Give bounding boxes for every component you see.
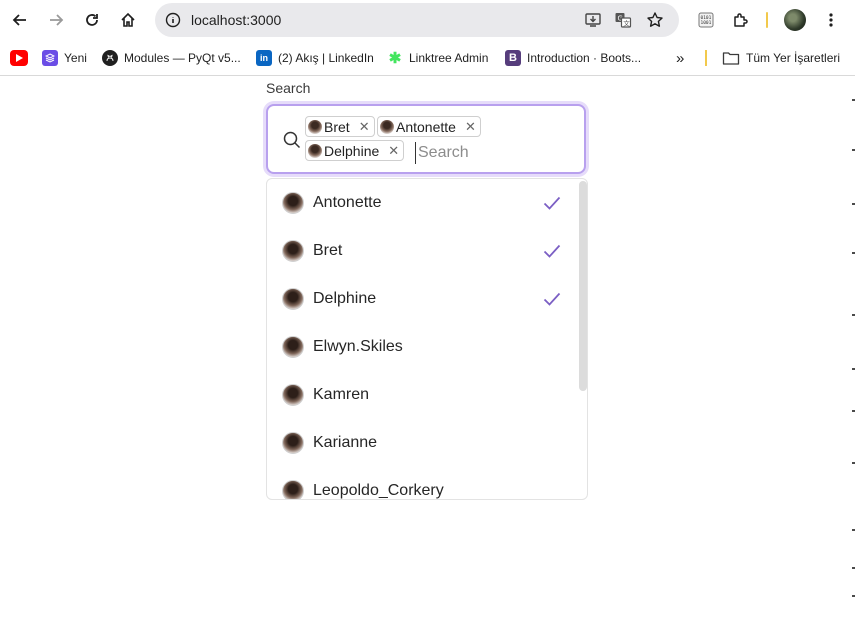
url-text[interactable]: localhost:3000 bbox=[191, 12, 281, 28]
list-item[interactable]: Delphine bbox=[267, 275, 577, 323]
bookmark-pyqt[interactable]: Modules — PyQt v5... bbox=[102, 49, 241, 67]
search-input[interactable] bbox=[415, 142, 565, 164]
chip-label: Bret bbox=[324, 118, 350, 135]
profile-button[interactable] bbox=[783, 8, 807, 32]
chip-label: Antonette bbox=[396, 118, 456, 135]
svg-text:1001: 1001 bbox=[701, 20, 712, 26]
bookmark-yeni[interactable]: Yeni bbox=[42, 49, 87, 67]
browser-toolbar: localhost:3000 G文 0101 1001 bbox=[0, 0, 855, 40]
all-bookmarks-button[interactable]: Tüm Yer İşaretleri bbox=[722, 49, 840, 67]
avatar bbox=[282, 240, 304, 262]
avatar bbox=[380, 119, 394, 134]
bookmark-youtube[interactable] bbox=[10, 49, 28, 67]
github-icon bbox=[102, 50, 118, 66]
install-app-icon[interactable] bbox=[583, 10, 603, 30]
scrollbar-thumb[interactable] bbox=[579, 181, 587, 391]
site-info-icon[interactable] bbox=[163, 10, 183, 30]
puzzle-icon bbox=[734, 13, 748, 27]
bookmark-label: (2) Akış | LinkedIn bbox=[278, 51, 374, 65]
reload-icon bbox=[86, 14, 98, 26]
list-item[interactable]: Kamren bbox=[267, 371, 577, 419]
close-icon[interactable]: ✕ bbox=[465, 119, 476, 135]
chevron-double-right-icon: » bbox=[676, 49, 685, 67]
folder-icon bbox=[722, 52, 740, 65]
home-icon bbox=[121, 12, 135, 27]
youtube-icon bbox=[10, 50, 28, 66]
avatar bbox=[308, 143, 322, 158]
translate-icon[interactable]: G文 bbox=[613, 10, 633, 30]
avatar bbox=[784, 9, 806, 31]
bookmark-label: Introduction · Boots... bbox=[527, 51, 642, 65]
option-label: Leopoldo_Corkery bbox=[313, 482, 444, 499]
home-button[interactable] bbox=[116, 8, 140, 32]
arrow-left-icon bbox=[12, 14, 26, 26]
bookmarks-divider bbox=[705, 50, 707, 66]
option-label: Delphine bbox=[313, 290, 377, 307]
option-label: Bret bbox=[313, 242, 343, 259]
selected-chip: Delphine ✕ bbox=[305, 140, 405, 161]
bookmark-linkedin[interactable]: in (2) Akış | LinkedIn bbox=[256, 49, 374, 67]
arrow-right-icon bbox=[50, 14, 64, 26]
list-item[interactable]: Bret bbox=[267, 227, 577, 275]
avatar bbox=[282, 288, 304, 310]
search-icon bbox=[283, 131, 301, 149]
extension-binary-button[interactable]: 0101 1001 bbox=[694, 8, 718, 32]
avatar bbox=[282, 480, 304, 499]
options-dropdown: Antonette Bret Delphine Elwyn.Skiles Kam… bbox=[266, 178, 588, 500]
list-item[interactable]: Leopoldo_Corkery bbox=[267, 467, 577, 499]
forward-button[interactable] bbox=[44, 8, 68, 32]
close-icon[interactable]: ✕ bbox=[359, 119, 370, 135]
page-content: Search Bret ✕ Antonette ✕ Delphine ✕ Ant… bbox=[0, 77, 855, 628]
bookmark-label: Modules — PyQt v5... bbox=[124, 51, 241, 65]
svg-text:文: 文 bbox=[623, 19, 630, 28]
bookmark-star-icon[interactable] bbox=[645, 10, 665, 30]
bookmark-label: Yeni bbox=[64, 51, 87, 65]
close-icon[interactable]: ✕ bbox=[388, 143, 399, 159]
linktree-icon: ✱ bbox=[388, 50, 402, 67]
check-icon bbox=[543, 292, 561, 306]
list-item[interactable]: Karianne bbox=[267, 419, 577, 467]
avatar bbox=[282, 336, 304, 358]
all-bookmarks-label: Tüm Yer İşaretleri bbox=[746, 51, 841, 65]
extensions-button[interactable] bbox=[729, 8, 753, 32]
address-bar[interactable]: localhost:3000 G文 bbox=[155, 3, 679, 37]
linkedin-icon: in bbox=[256, 50, 272, 66]
avatar bbox=[308, 119, 322, 134]
toolbar-divider bbox=[766, 12, 768, 28]
check-icon bbox=[543, 244, 561, 258]
avatar bbox=[282, 192, 304, 214]
more-bookmarks-button[interactable]: » bbox=[676, 49, 684, 67]
option-label: Antonette bbox=[313, 194, 382, 211]
chip-label: Delphine bbox=[324, 142, 380, 159]
more-vertical-icon bbox=[829, 13, 833, 27]
bookmarks-bar: Yeni Modules — PyQt v5... in (2) Akış | … bbox=[0, 40, 855, 76]
bookmark-linktree[interactable]: ✱ Linktree Admin bbox=[387, 49, 489, 67]
list-item[interactable]: Elwyn.Skiles bbox=[267, 323, 577, 371]
avatar bbox=[282, 384, 304, 406]
bookmark-label: Linktree Admin bbox=[409, 51, 489, 65]
binary-extension-icon: 01011001 bbox=[698, 12, 714, 28]
menu-button[interactable] bbox=[819, 8, 843, 32]
search-label: Search bbox=[266, 80, 311, 96]
list-item[interactable]: Antonette bbox=[267, 179, 577, 227]
selected-chip: Bret ✕ bbox=[305, 116, 375, 137]
option-label: Elwyn.Skiles bbox=[313, 338, 403, 355]
back-button[interactable] bbox=[8, 8, 32, 32]
avatar bbox=[282, 432, 304, 454]
check-icon bbox=[543, 196, 561, 210]
option-label: Kamren bbox=[313, 386, 370, 403]
stack-icon bbox=[42, 50, 58, 66]
multi-select-search[interactable]: Bret ✕ Antonette ✕ Delphine ✕ bbox=[266, 104, 586, 174]
bookmark-bootstrap[interactable]: B Introduction · Boots... bbox=[505, 49, 641, 67]
reload-button[interactable] bbox=[80, 8, 104, 32]
bootstrap-icon: B bbox=[505, 50, 521, 66]
selected-chip: Antonette ✕ bbox=[377, 116, 481, 137]
option-label: Karianne bbox=[313, 434, 378, 451]
